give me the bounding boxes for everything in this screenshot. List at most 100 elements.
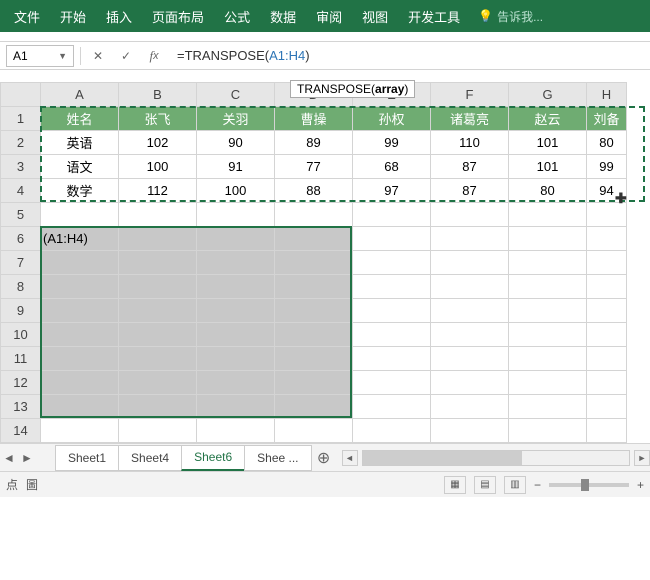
cell[interactable] — [353, 419, 431, 443]
cell[interactable] — [431, 371, 509, 395]
cell[interactable] — [197, 251, 275, 275]
cell[interactable] — [587, 371, 627, 395]
zoom-slider[interactable] — [549, 483, 629, 487]
hscroll-right[interactable]: ► — [634, 450, 650, 466]
cell[interactable] — [509, 275, 587, 299]
cell[interactable]: 曹操 — [275, 107, 353, 131]
cell[interactable] — [509, 323, 587, 347]
cell[interactable] — [119, 347, 197, 371]
cell[interactable]: 87 — [431, 155, 509, 179]
zoom-thumb[interactable] — [581, 479, 589, 491]
cell[interactable] — [197, 371, 275, 395]
cell[interactable] — [275, 227, 353, 251]
zoom-in-button[interactable]: + — [637, 478, 644, 492]
cell[interactable] — [353, 251, 431, 275]
cell[interactable] — [41, 203, 119, 227]
cell[interactable]: 100 — [197, 179, 275, 203]
cell[interactable] — [197, 323, 275, 347]
sheet-tab[interactable]: Sheet1 — [55, 445, 119, 471]
cell[interactable] — [275, 251, 353, 275]
cell[interactable]: 101 — [509, 131, 587, 155]
cell[interactable] — [119, 227, 197, 251]
cell[interactable] — [41, 419, 119, 443]
cell[interactable] — [353, 323, 431, 347]
cell[interactable] — [41, 323, 119, 347]
cell[interactable]: 关羽 — [197, 107, 275, 131]
tab-review[interactable]: 审阅 — [306, 0, 352, 32]
cell[interactable] — [431, 275, 509, 299]
cell[interactable] — [275, 371, 353, 395]
cell[interactable] — [275, 275, 353, 299]
cell[interactable]: 语文 — [41, 155, 119, 179]
cell[interactable] — [431, 323, 509, 347]
tab-formulas[interactable]: 公式 — [214, 0, 260, 32]
row-header[interactable]: 4 — [1, 179, 41, 203]
cell[interactable]: 110 — [431, 131, 509, 155]
cell[interactable]: 99 — [587, 155, 627, 179]
cell[interactable] — [587, 227, 627, 251]
cell[interactable] — [197, 275, 275, 299]
row-header[interactable]: 9 — [1, 299, 41, 323]
cell[interactable] — [197, 299, 275, 323]
row-header[interactable]: 13 — [1, 395, 41, 419]
cell[interactable] — [197, 347, 275, 371]
view-normal-button[interactable]: ▦ — [444, 476, 466, 494]
cell[interactable] — [587, 395, 627, 419]
row-header[interactable]: 12 — [1, 371, 41, 395]
cell[interactable]: 数学 — [41, 179, 119, 203]
cell[interactable]: 姓名 — [41, 107, 119, 131]
cell[interactable]: 孙权 — [353, 107, 431, 131]
cell[interactable] — [587, 323, 627, 347]
cell[interactable] — [431, 251, 509, 275]
cell[interactable] — [509, 395, 587, 419]
row-header[interactable]: 5 — [1, 203, 41, 227]
cell[interactable] — [431, 203, 509, 227]
cell[interactable]: 112 — [119, 179, 197, 203]
col-header[interactable]: B — [119, 83, 197, 107]
hscroll-thumb[interactable] — [363, 451, 523, 465]
cell[interactable] — [587, 419, 627, 443]
cell[interactable] — [119, 395, 197, 419]
cell[interactable] — [509, 203, 587, 227]
cell[interactable] — [41, 251, 119, 275]
cell[interactable] — [431, 347, 509, 371]
cell[interactable] — [509, 347, 587, 371]
cell[interactable]: 90 — [197, 131, 275, 155]
cell[interactable] — [275, 347, 353, 371]
col-header[interactable]: G — [509, 83, 587, 107]
col-header[interactable]: C — [197, 83, 275, 107]
tab-view[interactable]: 视图 — [352, 0, 398, 32]
row-header[interactable]: 7 — [1, 251, 41, 275]
row-header[interactable]: 8 — [1, 275, 41, 299]
cell[interactable] — [41, 299, 119, 323]
cell[interactable] — [119, 371, 197, 395]
accept-formula-button[interactable]: ✓ — [115, 45, 137, 67]
cell[interactable] — [197, 419, 275, 443]
cell[interactable] — [275, 419, 353, 443]
worksheet-grid[interactable]: TRANSPOSE(array) A B C D E F G H 1 姓名 张飞… — [0, 82, 650, 443]
cell[interactable] — [353, 299, 431, 323]
cell[interactable] — [41, 347, 119, 371]
tab-data[interactable]: 数据 — [260, 0, 306, 32]
view-page-break-button[interactable]: ▥ — [504, 476, 526, 494]
cell[interactable] — [509, 251, 587, 275]
add-sheet-button[interactable]: ⊕ — [312, 448, 336, 468]
cell[interactable] — [119, 203, 197, 227]
row-header[interactable]: 11 — [1, 347, 41, 371]
cell[interactable] — [119, 419, 197, 443]
tell-me[interactable]: 💡 告诉我... — [478, 8, 543, 25]
cell[interactable]: 89 — [275, 131, 353, 155]
select-all-corner[interactable] — [1, 83, 41, 107]
cell[interactable] — [197, 227, 275, 251]
cell[interactable] — [119, 323, 197, 347]
cell[interactable]: 91 — [197, 155, 275, 179]
row-header[interactable]: 1 — [1, 107, 41, 131]
cell[interactable] — [509, 371, 587, 395]
cell[interactable]: 诸葛亮 — [431, 107, 509, 131]
sheet-tab-active[interactable]: Sheet6 — [181, 445, 245, 471]
cell[interactable]: 99 — [353, 131, 431, 155]
cell[interactable] — [275, 299, 353, 323]
cell[interactable]: 80 — [509, 179, 587, 203]
cell[interactable] — [41, 275, 119, 299]
cell[interactable] — [587, 347, 627, 371]
